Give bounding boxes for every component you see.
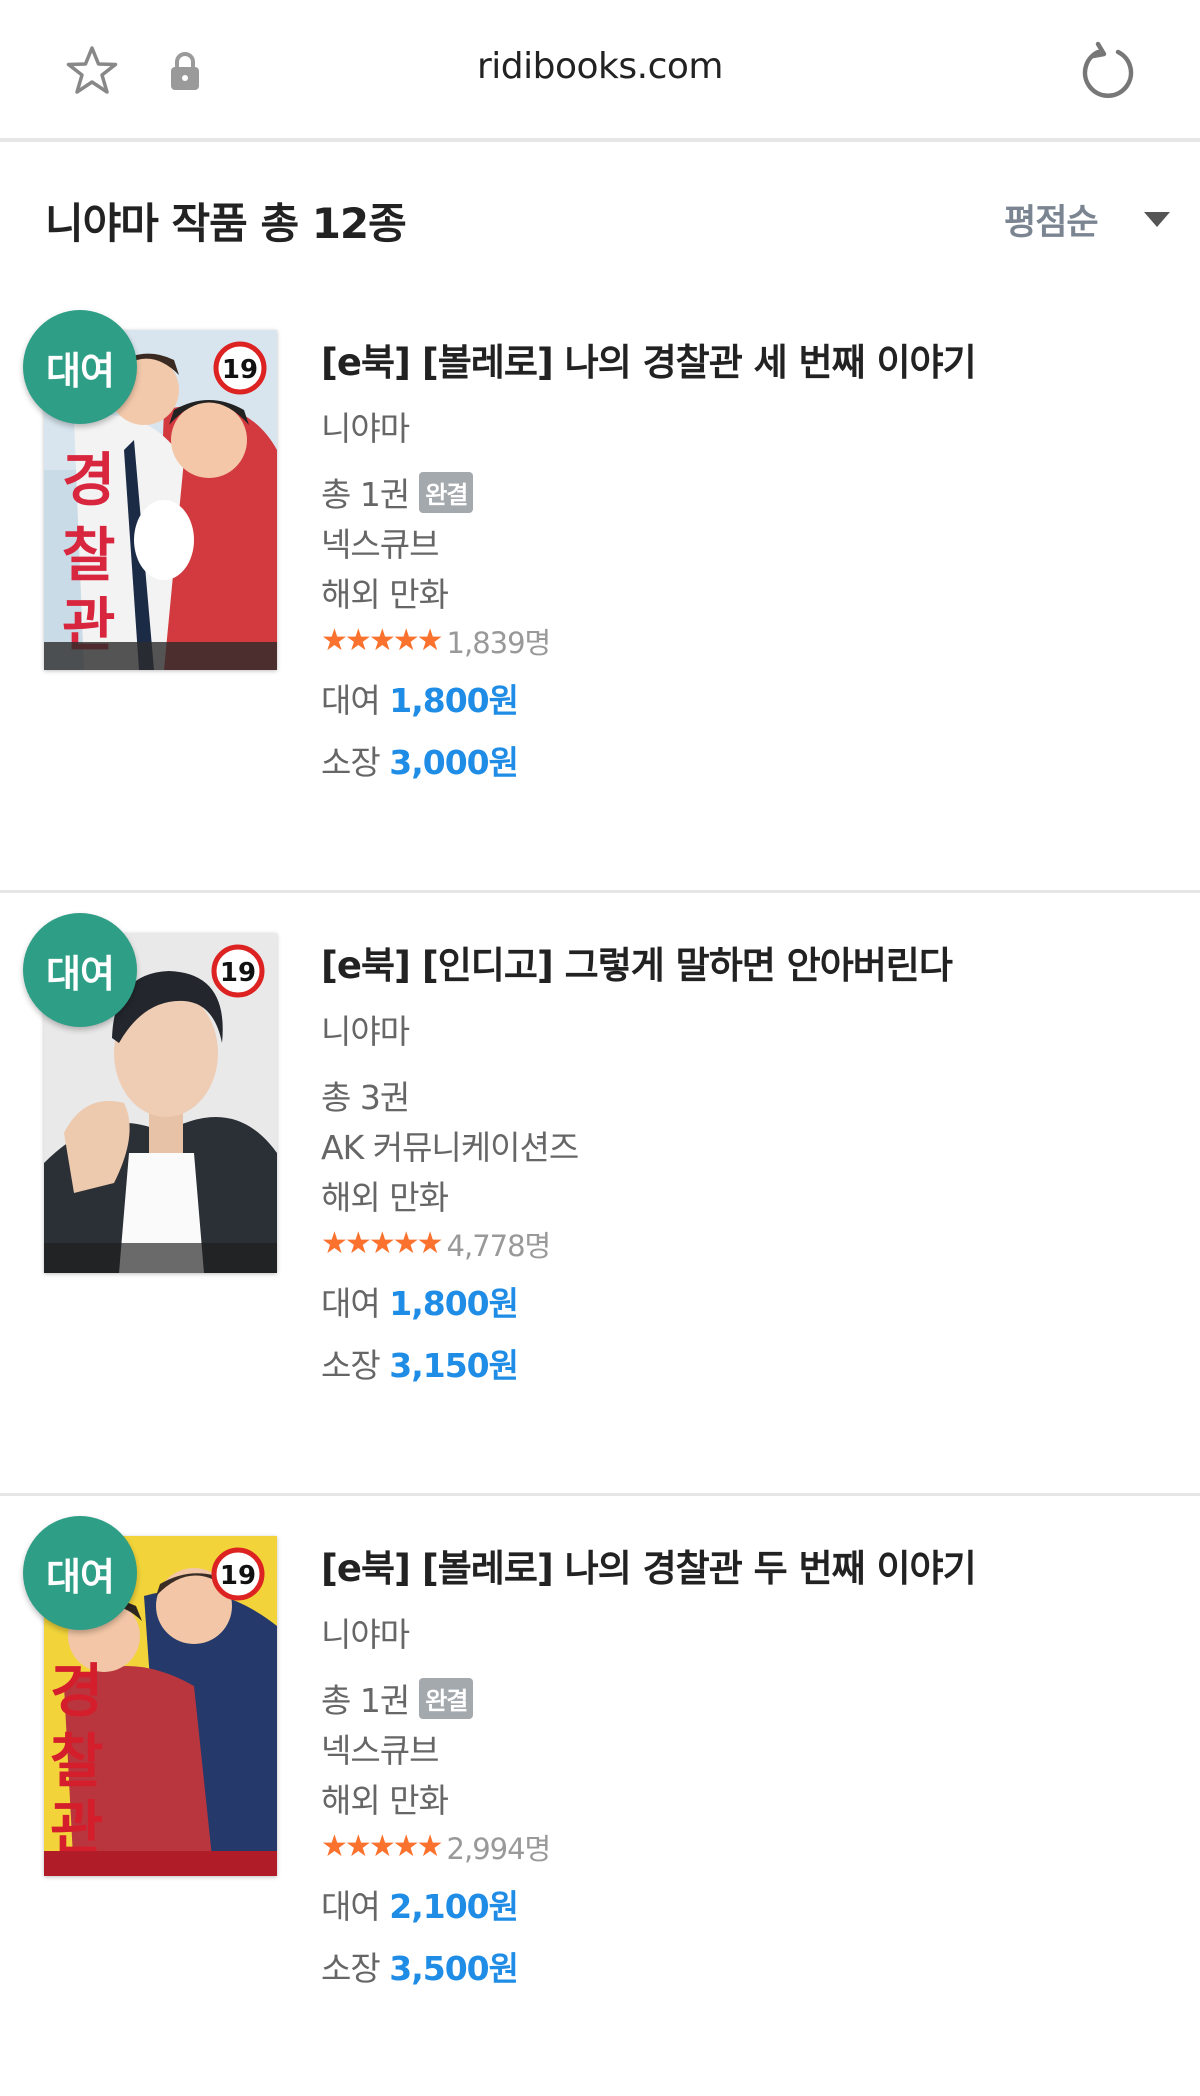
star-rating-icon: ★ (392, 1226, 420, 1261)
rating-count: 1,839명 (446, 626, 552, 660)
book-author[interactable]: 니야마 (321, 1608, 410, 1656)
rent-price: 대여 1,800원 (321, 674, 519, 722)
volume-count: 총 1권 (321, 475, 410, 514)
star-rating-icon: ★ (416, 1829, 444, 1864)
book-title[interactable]: [e북] [볼레로] 나의 경찰관 두 번째 이야기 (321, 1538, 977, 1592)
buy-price: 소장 3,500원 (321, 1942, 519, 1990)
book-author[interactable]: 니야마 (321, 1005, 410, 1053)
book-rating: ★ ★ ★ ★ ★ 1,839명 (321, 620, 552, 662)
svg-text:경: 경 (62, 446, 115, 514)
star-rating-icon: ★ (344, 1829, 372, 1864)
buy-price: 소장 3,150원 (321, 1339, 519, 1387)
buy-price-value: 3,500원 (389, 1949, 519, 1988)
svg-text:찰: 찰 (50, 1727, 103, 1795)
star-rating-icon: ★ (368, 1226, 396, 1261)
book-volumes: 총 1권 완결 (321, 1674, 474, 1722)
star-rating-icon: ★ (392, 1829, 420, 1864)
book-volumes: 총 3권 (321, 1071, 410, 1119)
rent-price-value: 2,100원 (389, 1887, 519, 1926)
rating-stars: ★ ★ ★ ★ ★ (321, 1829, 444, 1864)
page-title: 니야마 작품 총 12종 (45, 199, 407, 248)
rent-badge: 대여 (23, 913, 137, 1027)
star-rating-icon: ★ (368, 1829, 396, 1864)
rating-stars: ★ ★ ★ ★ ★ (321, 1226, 444, 1261)
book-category[interactable]: 해외 만화 (321, 568, 449, 616)
browser-address-bar: ridibooks.com (0, 0, 1200, 142)
book-publisher[interactable]: AK 커뮤니케이션즈 (321, 1121, 579, 1169)
buy-label: 소장 (321, 743, 381, 782)
book-publisher[interactable]: 넥스큐브 (321, 1724, 439, 1772)
rent-price: 대여 1,800원 (321, 1277, 519, 1325)
star-rating-icon: ★ (392, 623, 420, 658)
svg-text:경: 경 (50, 1657, 103, 1725)
star-rating-icon: ★ (416, 1226, 444, 1261)
star-rating-icon: ★ (321, 1829, 348, 1864)
rent-price-value: 1,800원 (389, 1284, 519, 1323)
list-header: 니야마 작품 총 12종 평점순 (0, 142, 1200, 290)
book-volumes: 총 1권 완결 (321, 468, 474, 516)
rent-label: 대여 (321, 681, 381, 720)
rating-count: 4,778명 (446, 1229, 552, 1263)
rent-badge: 대여 (23, 1516, 137, 1630)
svg-text:찰: 찰 (62, 521, 115, 589)
age-rating-badge: 19 (220, 958, 256, 988)
star-rating-icon: ★ (344, 623, 372, 658)
star-rating-icon: ★ (321, 1226, 348, 1261)
book-category[interactable]: 해외 만화 (321, 1171, 449, 1219)
complete-tag: 완결 (419, 471, 474, 513)
sort-dropdown[interactable]: 평점순 (1004, 194, 1170, 244)
buy-price-value: 3,150원 (389, 1346, 519, 1385)
book-rating: ★ ★ ★ ★ ★ 2,994명 (321, 1826, 552, 1868)
buy-label: 소장 (321, 1949, 381, 1988)
rent-price: 대여 2,100원 (321, 1880, 519, 1928)
book-title[interactable]: [e북] [인디고] 그렇게 말하면 안아버린다 (321, 935, 953, 989)
book-list-item[interactable]: 19 대여 [e북] [인디고] 그렇게 말하면 안아버린다 니야마 총 3권 … (0, 893, 1200, 1496)
rent-label: 대여 (321, 1887, 381, 1926)
complete-tag: 완결 (419, 1677, 474, 1719)
volume-count: 총 1권 (321, 1681, 410, 1720)
buy-label: 소장 (321, 1346, 381, 1385)
chevron-down-icon (1143, 211, 1170, 227)
reload-icon[interactable] (1078, 40, 1138, 102)
book-author[interactable]: 니야마 (321, 402, 410, 450)
sort-label: 평점순 (1004, 202, 1099, 243)
book-publisher[interactable]: 넥스큐브 (321, 518, 439, 566)
rent-price-value: 1,800원 (389, 681, 519, 720)
book-list-item[interactable]: 경 찰 관 19 대여 [e북] [볼레로] 나의 경찰관 두 번째 이야기 니… (0, 1496, 1200, 2096)
rent-label: 대여 (321, 1284, 381, 1323)
book-category[interactable]: 해외 만화 (321, 1774, 449, 1822)
age-rating-badge: 19 (220, 1561, 256, 1591)
url-text[interactable]: ridibooks.com (0, 46, 1200, 87)
buy-price: 소장 3,000원 (321, 736, 519, 784)
star-rating-icon: ★ (368, 623, 396, 658)
rating-stars: ★ ★ ★ ★ ★ (321, 623, 444, 658)
volume-count: 총 3권 (321, 1078, 410, 1117)
rating-count: 2,994명 (446, 1832, 552, 1866)
book-title[interactable]: [e북] [볼레로] 나의 경찰관 세 번째 이야기 (321, 332, 977, 386)
book-list-item[interactable]: 경 찰 관 19 대여 [e북] [볼레로] 나의 경찰관 세 번째 이야기 니… (0, 290, 1200, 893)
star-rating-icon: ★ (344, 1226, 372, 1261)
age-rating-badge: 19 (222, 355, 258, 385)
rent-badge: 대여 (23, 310, 137, 424)
book-rating: ★ ★ ★ ★ ★ 4,778명 (321, 1223, 552, 1265)
star-rating-icon: ★ (321, 623, 348, 658)
buy-price-value: 3,000원 (389, 743, 519, 782)
star-rating-icon: ★ (416, 623, 444, 658)
